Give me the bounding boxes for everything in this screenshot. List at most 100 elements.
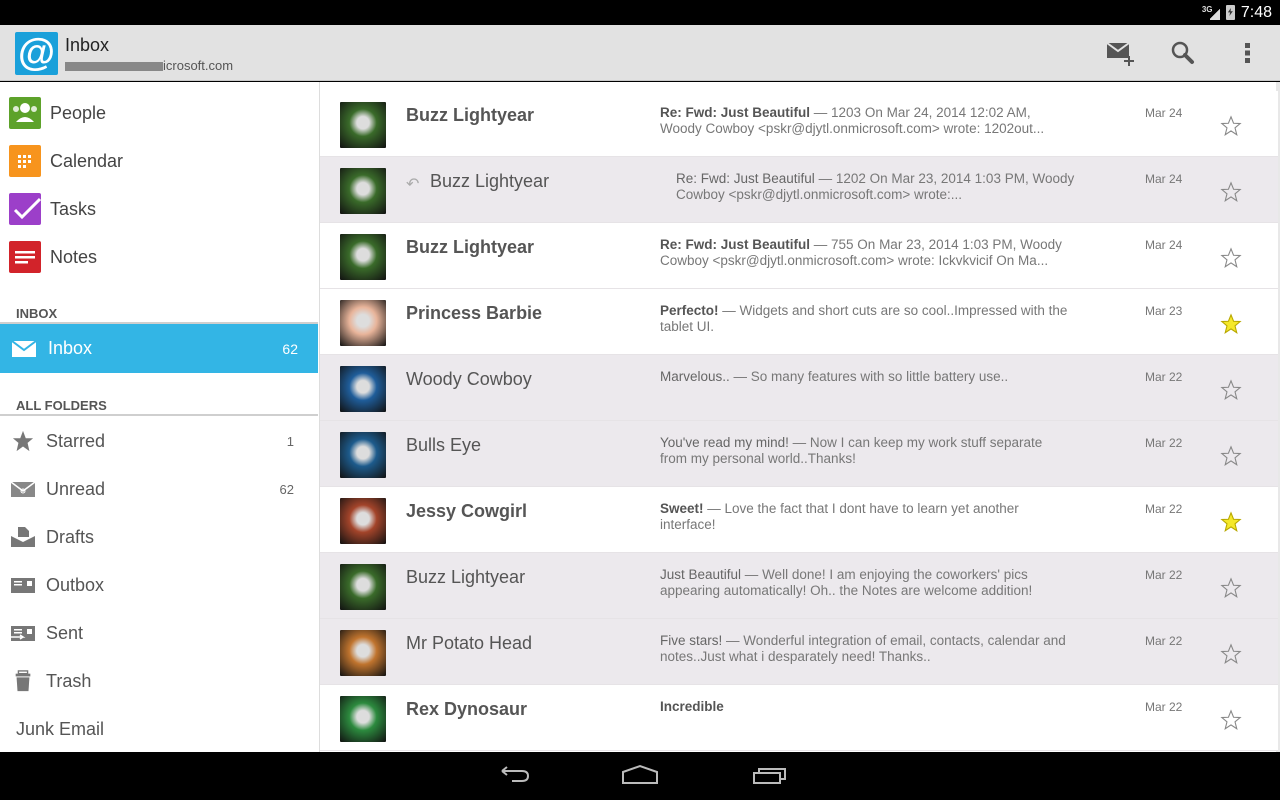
avatar[interactable] (340, 102, 386, 148)
subject: Five stars! (660, 633, 723, 648)
avatar[interactable] (340, 498, 386, 544)
message-row[interactable]: Rex Dynosaur Incredible Mar 22 (320, 685, 1278, 751)
message-row[interactable]: Woody Cowboy Marvelous.. — So many featur… (320, 355, 1278, 421)
overflow-menu-button[interactable] (1228, 33, 1268, 73)
message-snippet: Sweet! — Love the fact that I dont have … (660, 501, 1070, 533)
sidebar-item-unread[interactable]: Unread 62 (0, 465, 318, 513)
star-outline-icon[interactable] (1220, 577, 1242, 599)
avatar[interactable] (340, 696, 386, 742)
message-list: Buzz Lightyear Re: Fwd: Just Beautiful — … (320, 82, 1280, 752)
compose-button[interactable] (1100, 33, 1140, 73)
subject: Marvelous.. (660, 369, 730, 384)
subject: Re: Fwd: Just Beautiful (660, 237, 811, 252)
recents-button[interactable] (750, 762, 790, 790)
calendar-icon (9, 145, 41, 177)
separator: — (718, 303, 740, 318)
message-row[interactable]: Princess Barbie Perfecto! — Widgets and s… (320, 289, 1278, 355)
star-filled-icon[interactable] (1220, 313, 1242, 335)
message-snippet: You've read my mind! — Now I can keep my… (660, 435, 1070, 467)
separator: — (814, 171, 836, 186)
tasks-icon (9, 193, 42, 225)
subject: Incredible (660, 699, 724, 714)
sidebar-item-drafts[interactable]: Drafts (0, 513, 318, 561)
message-row[interactable]: Buzz Lightyear Re: Fwd: Just Beautiful — … (320, 223, 1278, 289)
avatar[interactable] (340, 168, 386, 214)
avatar[interactable] (340, 300, 386, 346)
page-title: Inbox (65, 35, 110, 55)
subject: Re: Fwd: Just Beautiful (676, 171, 815, 186)
message-date: Mar 22 (1145, 370, 1183, 384)
people-icon (9, 97, 41, 129)
star-outline-icon[interactable] (1220, 379, 1242, 401)
star-outline-icon[interactable] (1220, 709, 1242, 731)
action-bar: @ Inbox icrosoft.com (0, 25, 1280, 81)
sidebar-item-inbox[interactable]: Inbox 62 (0, 324, 318, 373)
home-icon (622, 764, 658, 784)
sender-name: Buzz Lightyear (406, 567, 526, 587)
avatar[interactable] (340, 366, 386, 412)
redacted-text (65, 62, 163, 72)
message-snippet: Perfecto! — Widgets and short cuts are s… (660, 303, 1070, 335)
message-row[interactable]: Mr Potato Head Five stars! — Wonderful in… (320, 619, 1278, 685)
message-row[interactable]: Bulls Eye You've read my mind! — Now I ca… (320, 421, 1278, 487)
message-date: Mar 24 (1145, 106, 1183, 120)
star-outline-icon[interactable] (1220, 115, 1242, 137)
clock: 7:48 (1240, 3, 1272, 21)
subject: Sweet! (660, 501, 704, 516)
account-email: icrosoft.com (65, 58, 233, 73)
section-header-all-folders: ALL FOLDERS (16, 398, 107, 413)
overflow-menu-icon (1245, 43, 1250, 63)
sidebar-item-calendar[interactable]: Calendar (0, 137, 318, 185)
subject: Re: Fwd: Just Beautiful (660, 105, 811, 120)
message-date: Mar 22 (1145, 502, 1183, 516)
avatar[interactable] (340, 630, 386, 676)
message-row[interactable]: Buzz Lightyear Just Beautiful — Well done… (320, 553, 1278, 619)
message-snippet: Incredible (660, 699, 1070, 715)
sender-name: Princess Barbie (406, 303, 543, 323)
status-bar: 3G 7:48 (0, 0, 1280, 25)
sender-name: Buzz Lightyear (406, 105, 535, 125)
outbox-icon (11, 578, 35, 593)
separator: — (703, 501, 725, 516)
search-button[interactable] (1163, 33, 1203, 73)
message-date: Mar 23 (1145, 304, 1183, 318)
star-outline-icon[interactable] (1220, 643, 1242, 665)
subject: Perfecto! (660, 303, 719, 318)
navigation-drawer: People Calendar Tasks Notes INBOX Inbox … (0, 82, 320, 752)
sidebar-item-people[interactable]: People (0, 89, 318, 137)
sender-name: Bulls Eye (406, 435, 482, 455)
separator: — (810, 105, 832, 120)
avatar[interactable] (340, 564, 386, 610)
star-outline-icon[interactable] (1220, 181, 1242, 203)
avatar[interactable] (340, 234, 386, 280)
sidebar-item-outbox[interactable]: Outbox (0, 561, 318, 609)
star-outline-icon[interactable] (1220, 445, 1242, 467)
message-date: Mar 24 (1145, 172, 1183, 186)
compose-mail-icon (1106, 42, 1134, 66)
message-row[interactable]: Buzz Lightyear Re: Fwd: Just Beautiful — … (320, 91, 1278, 157)
sidebar-item-tasks[interactable]: Tasks (0, 185, 318, 233)
avatar[interactable] (340, 432, 386, 478)
divider (0, 414, 318, 416)
sidebar-item-sent[interactable]: Sent (0, 609, 318, 657)
message-row[interactable]: ↶ Buzz Lightyear Re: Fwd: Just Beautiful —… (320, 157, 1278, 223)
message-snippet: Re: Fwd: Just Beautiful — 1203 On Mar 24… (660, 105, 1070, 137)
message-row[interactable]: Jessy Cowgirl Sweet! — Love the fact that… (320, 487, 1278, 553)
app-logo-icon[interactable]: @ (15, 32, 58, 75)
sender-name: Jessy Cowgirl (406, 501, 528, 521)
sidebar-item-trash[interactable]: Trash (0, 657, 318, 705)
message-snippet: Re: Fwd: Just Beautiful — 1202 On Mar 23… (676, 171, 1086, 203)
star-outline-icon[interactable] (1220, 247, 1242, 269)
back-icon (501, 766, 530, 782)
back-button[interactable] (492, 762, 532, 790)
home-button[interactable] (620, 762, 660, 790)
sidebar-item-starred[interactable]: Starred 1 (0, 417, 318, 465)
message-date: Mar 22 (1145, 634, 1183, 648)
message-snippet: Five stars! — Wonderful integration of e… (660, 633, 1070, 665)
star-filled-icon[interactable] (1220, 511, 1242, 533)
star-icon (12, 430, 34, 452)
sidebar-item-junk-email[interactable]: Junk Email (0, 705, 318, 753)
unread-icon (10, 481, 36, 497)
sidebar-item-notes[interactable]: Notes (0, 233, 318, 281)
subject: Just Beautiful (660, 567, 742, 582)
